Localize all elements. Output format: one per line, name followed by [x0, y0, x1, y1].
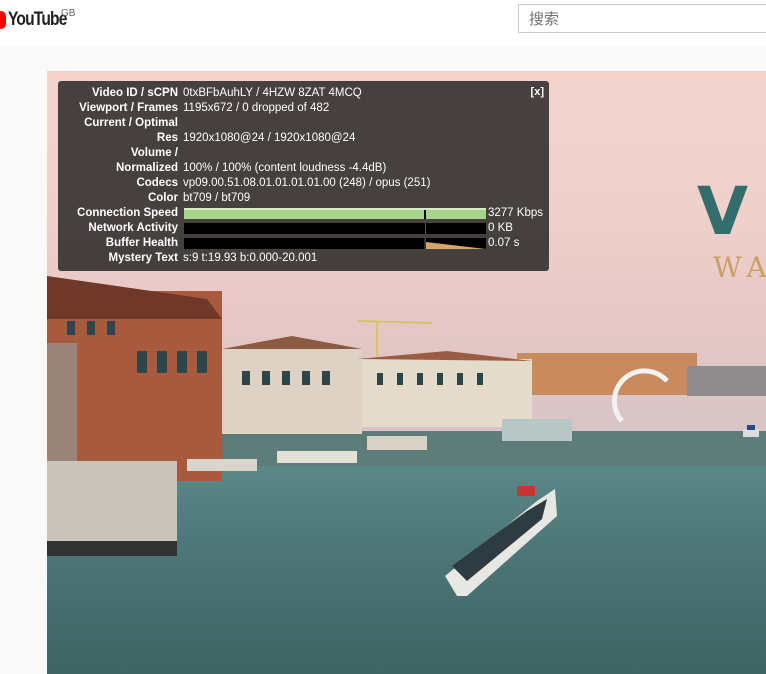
- stats-row: Mystery Text s:9 t:19.93 b:0.000-20.001: [58, 251, 549, 266]
- stats-row: Video ID / sCPN 0txBFbAuhLY / 4HZW 8ZAT 4…: [58, 86, 549, 101]
- stats-row-label: Current / Optimal: [84, 117, 178, 129]
- stats-row: Color bt709 / bt709: [58, 191, 549, 206]
- stats-row: Res 1920x1080@24 / 1920x1080@24: [58, 131, 549, 146]
- stats-row: Codecs vp09.00.51.08.01.01.01.01.00 (248)…: [58, 176, 549, 191]
- stats-row-value: s:9 t:19.93 b:0.000-20.001: [183, 252, 318, 264]
- stats-for-nerds-panel: [x] Video ID / sCPN 0txBFbAuhLY / 4HZW 8Z…: [58, 81, 549, 271]
- stats-row-value: 0 KB: [488, 222, 513, 234]
- stats-row-label: Buffer Health: [105, 237, 178, 249]
- stats-row-label: Connection Speed: [77, 207, 178, 219]
- masthead: YouTube GB: [0, 0, 766, 46]
- video-overlay-subtitle: WA: [713, 251, 766, 284]
- stats-row: Connection Speed 3277 Kbps: [58, 206, 549, 221]
- stats-row-label: Network Activity: [88, 222, 178, 234]
- search-input[interactable]: [519, 5, 766, 32]
- stats-row: Network Activity 0 KB: [58, 221, 549, 236]
- stats-row: Current / Optimal: [58, 116, 549, 131]
- stats-row-label: Codecs: [136, 177, 178, 189]
- stats-row-value: 1920x1080@24 / 1920x1080@24: [183, 132, 356, 144]
- stats-row: Volume /: [58, 146, 549, 161]
- buffer-graph: [184, 238, 486, 249]
- youtube-play-icon: [0, 11, 6, 29]
- stats-row-label: Normalized: [116, 162, 178, 174]
- search-box[interactable]: [518, 4, 766, 33]
- stats-row-value: bt709 / bt709: [183, 192, 251, 204]
- stats-row-value: 0txBFbAuhLY / 4HZW 8ZAT 4MCQ: [183, 87, 362, 99]
- stats-row-value: 3277 Kbps: [488, 207, 543, 219]
- stats-row-value: 100% / 100% (content loudness -4.4dB): [183, 162, 387, 174]
- stats-row-value: 1195x672 / 0 dropped of 482: [183, 102, 330, 114]
- stats-row-label: Video ID / sCPN: [91, 87, 178, 99]
- stats-row-label: Color: [147, 192, 178, 204]
- stats-row: Buffer Health 0.07 s: [58, 236, 549, 251]
- stats-row: Viewport / Frames 1195x672 / 0 dropped of…: [58, 101, 549, 116]
- stats-row-value: 0.07 s: [488, 237, 520, 249]
- network-graph: [184, 223, 486, 234]
- video-overlay-title: V: [697, 173, 749, 250]
- stats-row-label: Res: [156, 132, 178, 144]
- logo-text: YouTube: [8, 9, 67, 30]
- stats-row: Normalized 100% / 100% (content loudness …: [58, 161, 549, 176]
- stats-row-value: vp09.00.51.08.01.01.01.01.00 (248) / opu…: [183, 177, 431, 189]
- stats-row-label: Volume /: [130, 147, 178, 159]
- connection-graph: [184, 208, 486, 219]
- stats-row-label: Mystery Text: [108, 252, 178, 264]
- country-code: GB: [61, 8, 76, 19]
- stats-row-label: Viewport / Frames: [79, 102, 178, 114]
